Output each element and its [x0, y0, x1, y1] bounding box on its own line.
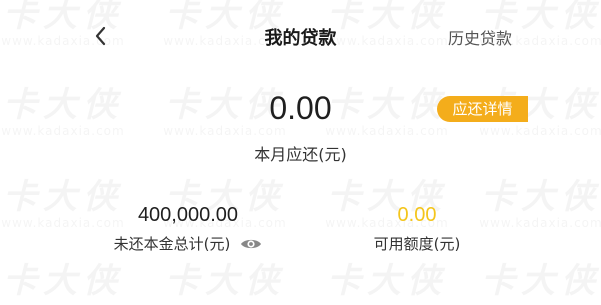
repayment-details-button[interactable]: 应还详情: [437, 96, 528, 122]
watermark-tile: 卡大侠: [466, 262, 601, 300]
history-loans-link[interactable]: 历史贷款: [448, 25, 512, 49]
available-credit-label-row: 可用额度(元): [297, 234, 537, 254]
available-credit-stat: 0.00 可用额度(元): [297, 202, 537, 254]
nav-bar: 我的贷款 历史贷款: [0, 16, 601, 56]
unpaid-principal-value: 400,000.00: [137, 204, 239, 226]
available-credit-label: 可用额度(元): [373, 235, 461, 253]
available-credit-value: 0.00: [397, 204, 437, 226]
watermark-tile: 卡大侠: [150, 262, 300, 300]
watermark-tile: 卡大侠: [0, 262, 138, 300]
unpaid-principal-label-row: 未还本金总计(元): [68, 234, 308, 254]
monthly-repayment-label: 本月应还(元): [254, 145, 347, 164]
unpaid-principal-label: 未还本金总计(元): [113, 235, 231, 253]
watermark-tile: 卡大侠: [312, 262, 462, 300]
eye-icon[interactable]: [240, 237, 262, 251]
unpaid-principal-stat: 400,000.00 未还本金总计(元): [68, 202, 308, 254]
